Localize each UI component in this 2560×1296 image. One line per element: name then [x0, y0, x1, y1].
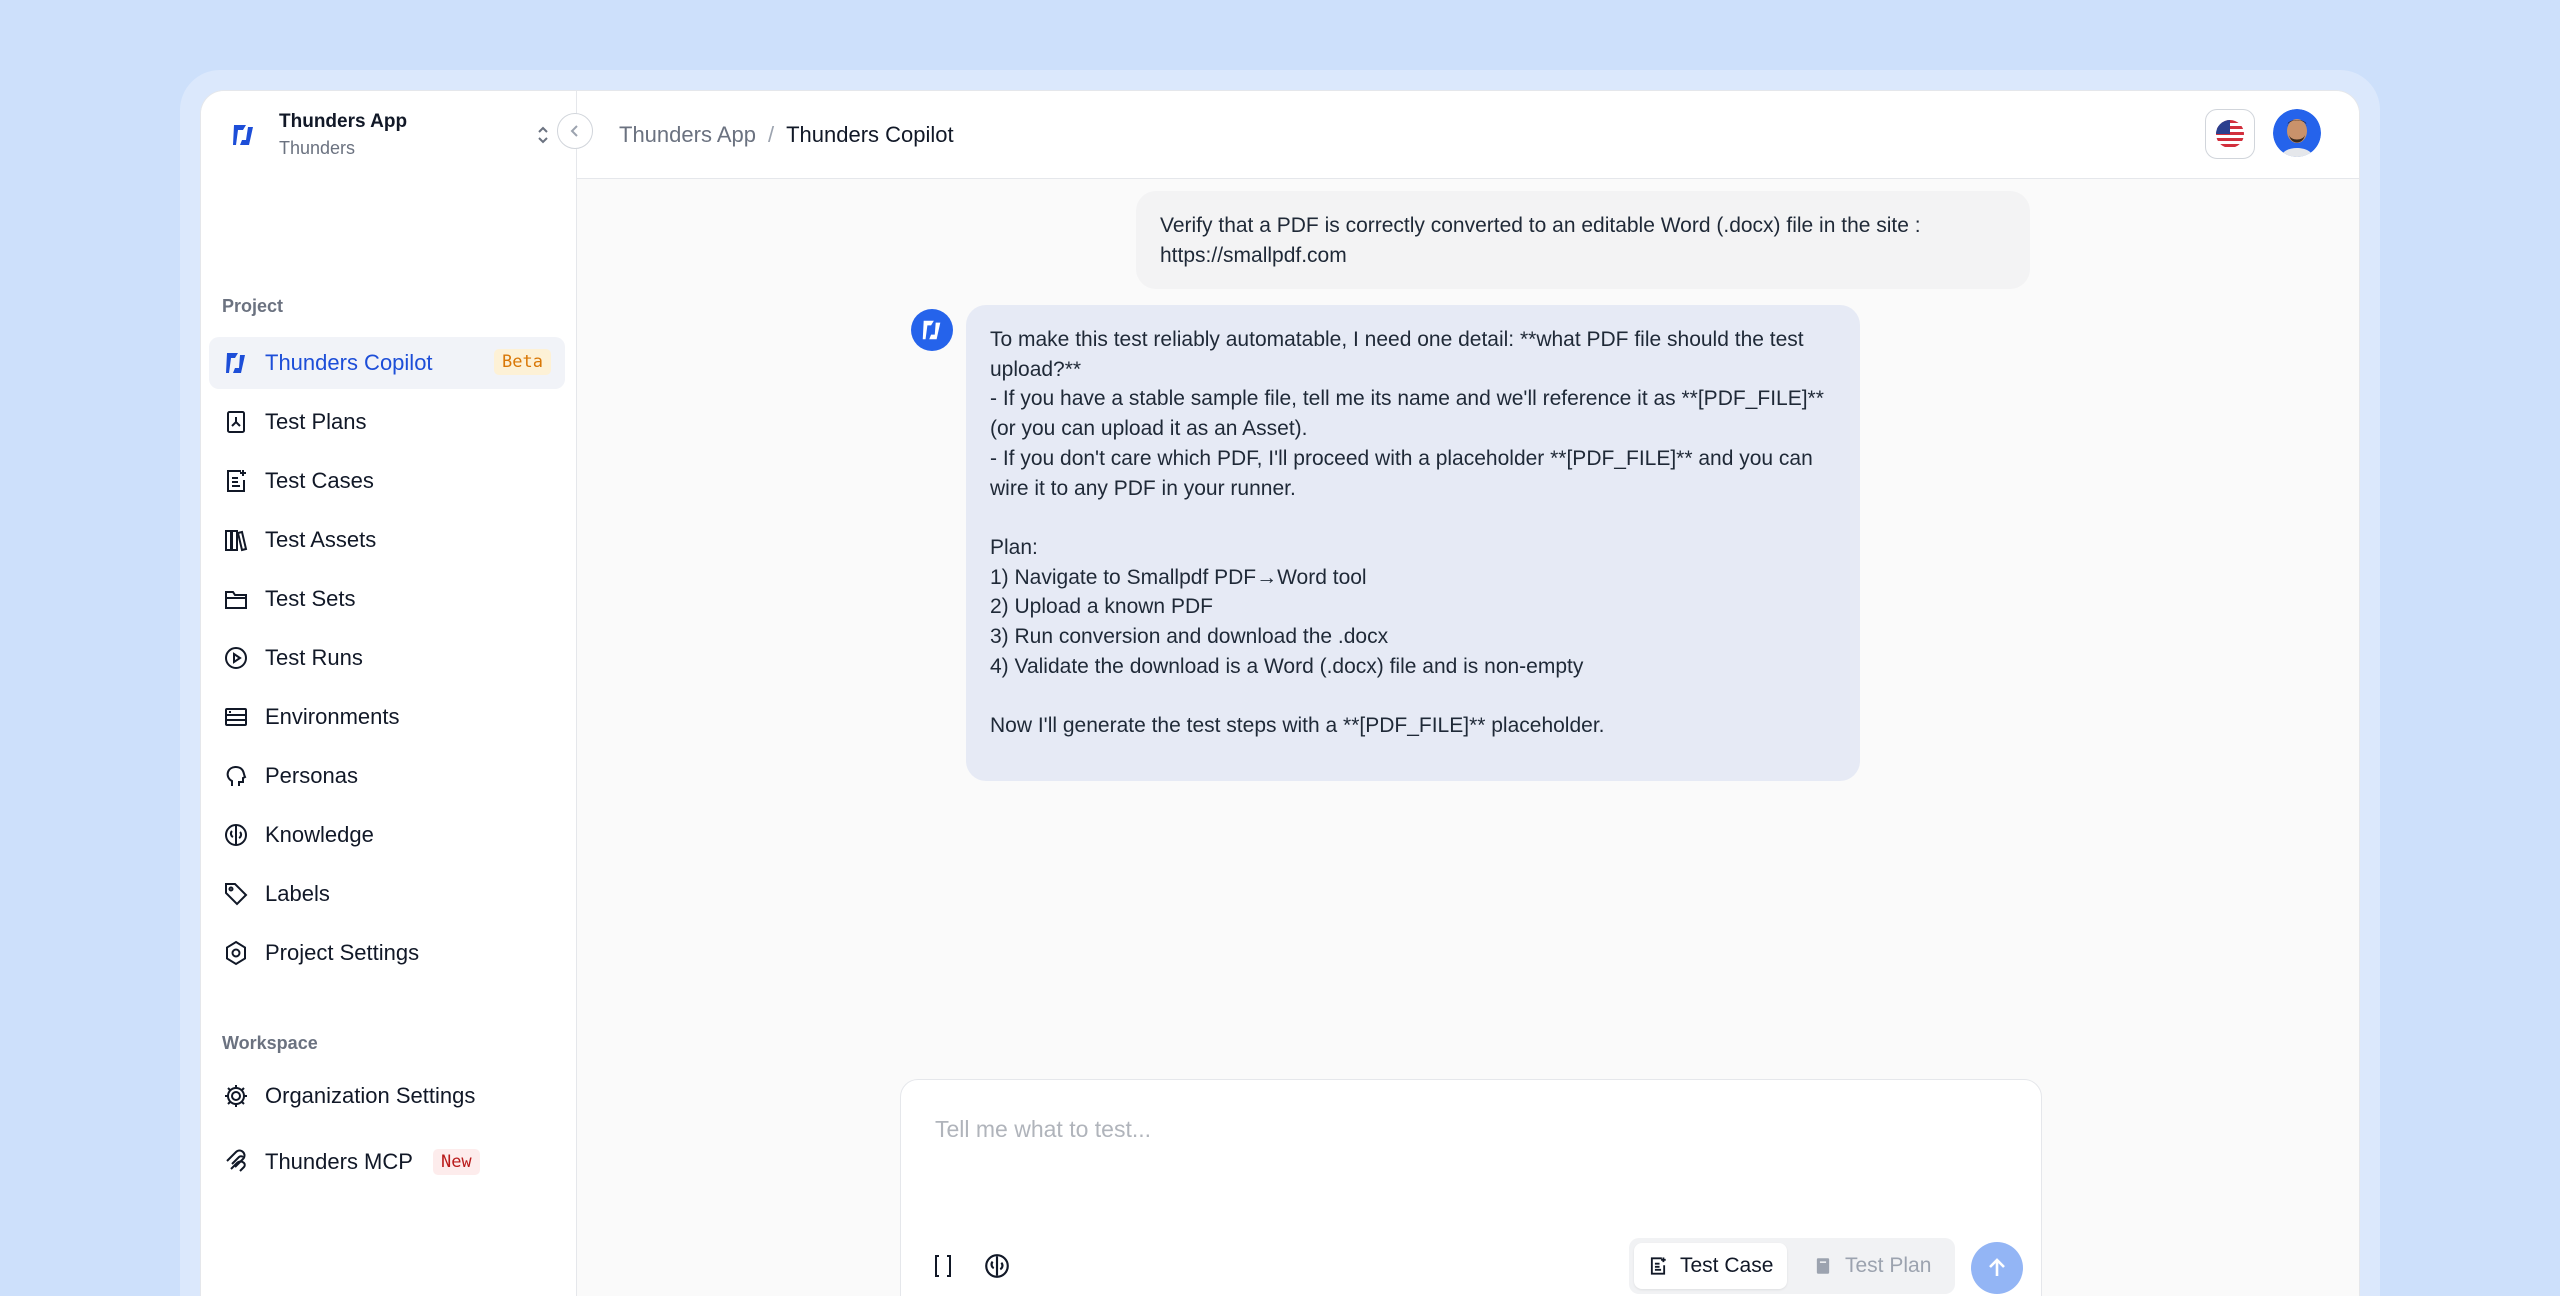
sidebar-item-label: Knowledge: [265, 822, 374, 847]
sidebar-item-test-runs[interactable]: Test Runs: [209, 632, 565, 684]
assets-icon: [225, 530, 248, 552]
sidebar-item-environments[interactable]: Environments: [209, 691, 565, 743]
us-flag-icon: [2216, 120, 2244, 148]
test-plan-icon: [227, 411, 245, 433]
sidebar-item-knowledge[interactable]: Knowledge: [209, 809, 565, 861]
tag-icon: [225, 883, 248, 906]
assistant-avatar: [911, 309, 953, 351]
prompt-input[interactable]: [935, 1116, 1995, 1143]
sidebar-item-label: Labels: [265, 881, 330, 906]
assistant-message-bubble: To make this test reliably automatable, …: [966, 305, 1860, 781]
brain-icon: [985, 1254, 1009, 1278]
mode-label: Test Case: [1680, 1254, 1774, 1277]
sidebar-item-label: Thunders MCP: [265, 1149, 413, 1174]
sidebar-item-label: Test Plans: [265, 409, 367, 434]
head-icon: [226, 766, 247, 786]
sidebar-item-label: Thunders Copilot: [265, 350, 433, 375]
sidebar-item-project-settings[interactable]: Project Settings: [209, 927, 565, 979]
chat-composer: Test Case Test Plan: [900, 1079, 2042, 1296]
sidebar: Thunders App Thunders Project Thunders C…: [201, 91, 577, 1296]
user-message-bubble: Verify that a PDF is correctly converted…: [1136, 191, 2030, 289]
project-name: Thunders App: [279, 111, 408, 132]
avatar-image: [2273, 109, 2321, 157]
language-button[interactable]: [2205, 109, 2255, 159]
folder-icon: [225, 591, 247, 609]
sidebar-item-label: Personas: [265, 763, 358, 788]
test-plan-icon: [1816, 1258, 1830, 1274]
sidebar-item-label: Organization Settings: [265, 1083, 476, 1108]
breadcrumb-current: Thunders Copilot: [786, 121, 954, 147]
sidebar-item-test-sets[interactable]: Test Sets: [209, 573, 565, 625]
hexagon-settings-icon: [226, 940, 246, 966]
user-avatar[interactable]: [2273, 109, 2321, 157]
copilot-logo-icon: [922, 320, 941, 340]
send-button[interactable]: [1971, 1242, 2023, 1294]
sidebar-item-label: Project Settings: [265, 940, 420, 965]
thunders-logo-icon: [233, 125, 253, 145]
breadcrumb-root[interactable]: Thunders App: [619, 122, 756, 148]
mode-test-case[interactable]: Test Case: [1634, 1243, 1788, 1289]
sidebar-item-test-cases[interactable]: Test Cases: [209, 455, 565, 507]
chevron-up-down-icon: [538, 126, 548, 144]
sidebar-item-label: Test Cases: [265, 468, 374, 493]
sidebar-item-label: Environments: [265, 704, 400, 729]
gear-icon: [225, 1085, 247, 1107]
knowledge-button[interactable]: [981, 1250, 1013, 1282]
sidebar-item-personas[interactable]: Personas: [209, 750, 565, 802]
collapse-sidebar-button[interactable]: [557, 113, 593, 149]
mode-toggle: Test Case Test Plan: [1629, 1238, 1955, 1294]
section-label-workspace: Workspace: [222, 1033, 318, 1053]
sidebar-item-labels[interactable]: Labels: [209, 868, 565, 920]
variables-button[interactable]: [927, 1250, 959, 1282]
server-icon: [225, 708, 247, 726]
section-label-project: Project: [222, 296, 284, 316]
app-window: Thunders App Thunders Project Thunders C…: [200, 90, 2360, 1296]
top-header: Thunders App / Thunders Copilot: [577, 91, 2359, 179]
mode-label: Test Plan: [1845, 1254, 1932, 1277]
test-case-icon: [1650, 1257, 1666, 1275]
project-org: Thunders: [279, 138, 356, 158]
chevron-left-icon: [570, 125, 578, 137]
mcp-icon: [226, 1149, 246, 1172]
mode-test-plan[interactable]: Test Plan: [1799, 1243, 1945, 1289]
sidebar-item-organization-settings[interactable]: Organization Settings: [209, 1070, 565, 1122]
sidebar-item-test-assets[interactable]: Test Assets: [209, 514, 565, 566]
sidebar-item-test-plans[interactable]: Test Plans: [209, 396, 565, 448]
copilot-logo-icon: [226, 353, 245, 373]
test-case-icon: [227, 470, 246, 492]
breadcrumb-separator: /: [767, 121, 775, 147]
beta-badge: Beta: [494, 349, 551, 375]
brain-icon: [225, 824, 247, 846]
sidebar-item-label: Test Runs: [265, 645, 363, 670]
new-badge: New: [432, 1149, 480, 1175]
sidebar-item-label: Test Sets: [265, 586, 356, 611]
arrow-up-icon: [1989, 1258, 2005, 1276]
sidebar-item-label: Test Assets: [265, 527, 377, 552]
braces-icon: [935, 1255, 951, 1277]
play-circle-icon: [225, 647, 247, 669]
project-switcher[interactable]: Thunders App Thunders: [201, 91, 577, 179]
sidebar-item-thunders-mcp[interactable]: Thunders MCP New: [209, 1136, 565, 1188]
sidebar-item-thunders-copilot[interactable]: Thunders Copilot Beta: [209, 337, 565, 389]
